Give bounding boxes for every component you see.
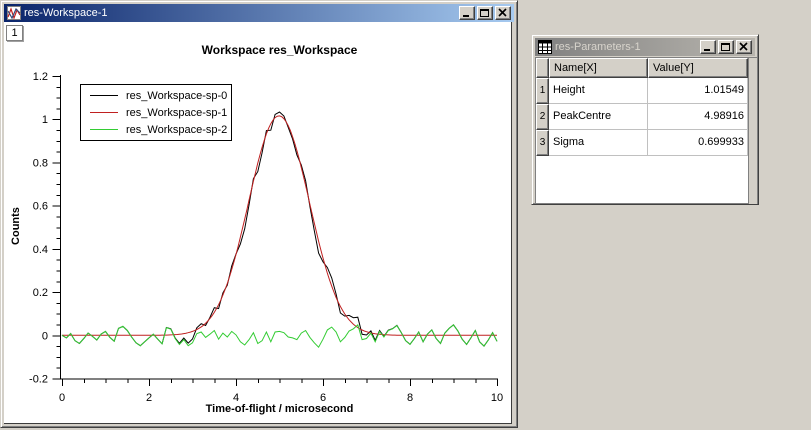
curve-res_Workspace-sp-2 — [62, 325, 497, 347]
curve-res_Workspace-sp-1 — [62, 116, 497, 335]
close-icon[interactable] — [495, 6, 511, 20]
y-tick-label: 0.2 — [33, 287, 48, 299]
y-tick-label: 0.4 — [33, 244, 48, 256]
desktop: { "colors": { "window_face": "#d4d0c8", … — [0, 0, 811, 430]
cell-value[interactable]: 1.01549 — [648, 78, 748, 104]
graph-canvas[interactable]: Workspace res_Workspace Counts Time-of-f… — [4, 22, 512, 424]
plot-area[interactable]: -0.2 0 0.2 0.4 0.6 0.8 1 1.2 0 2 4 6 8 10 — [4, 22, 512, 424]
row-header[interactable]: 3 — [536, 130, 549, 156]
workspace-window-title: res-Workspace-1 — [24, 7, 459, 19]
x-tick-label: 8 — [407, 392, 413, 404]
cell-name[interactable]: Height — [549, 78, 648, 104]
y-tick-label: 1 — [42, 114, 48, 126]
corner-cell[interactable] — [536, 58, 549, 78]
curve-res_Workspace-sp-0 — [62, 112, 497, 346]
graph-icon — [7, 6, 21, 20]
x-tick-label: 0 — [59, 392, 65, 404]
minimize-button[interactable] — [700, 40, 716, 54]
row-header[interactable]: 1 — [536, 78, 549, 104]
maximize-button[interactable] — [718, 40, 734, 54]
cell-value[interactable]: 4.98916 — [648, 104, 748, 130]
pane-1-button[interactable]: 1 — [6, 25, 23, 41]
cell-value[interactable]: 0.699933 — [648, 130, 748, 156]
table-icon — [538, 40, 552, 54]
parameters-table: Name[X] Value[Y] 1Height1.01549 2PeakCent… — [535, 57, 757, 203]
y-tick-label: 0.8 — [33, 157, 48, 169]
cell-name[interactable]: Sigma — [549, 130, 648, 156]
y-tick-label: 1.2 — [33, 71, 48, 83]
cell-name[interactable]: PeakCentre — [549, 104, 648, 130]
y-tick-label: 0 — [42, 330, 48, 342]
maximize-button[interactable] — [477, 6, 493, 20]
workspace-window: res-Workspace-1 Workspace res_Workspace … — [0, 0, 518, 428]
column-header-name[interactable]: Name[X] — [549, 58, 648, 78]
parameters-titlebar[interactable]: res-Parameters-1 — [535, 38, 755, 56]
x-tick-label: 6 — [320, 392, 326, 404]
parameters-window: res-Parameters-1 Name[X] Value[Y] 1Heigh… — [531, 34, 759, 205]
row-header[interactable]: 2 — [536, 104, 549, 130]
column-header-value[interactable]: Value[Y] — [648, 58, 748, 78]
x-tick-label: 10 — [491, 392, 503, 404]
minimize-button[interactable] — [459, 6, 475, 20]
y-tick-label: -0.2 — [29, 374, 48, 386]
table-right-margin — [748, 58, 757, 204]
y-tick-label: 0.6 — [33, 201, 48, 213]
x-tick-label: 2 — [146, 392, 152, 404]
close-icon[interactable] — [736, 40, 752, 54]
workspace-titlebar[interactable]: res-Workspace-1 — [4, 4, 514, 22]
parameters-window-title: res-Parameters-1 — [555, 41, 700, 53]
x-tick-label: 4 — [233, 392, 239, 404]
